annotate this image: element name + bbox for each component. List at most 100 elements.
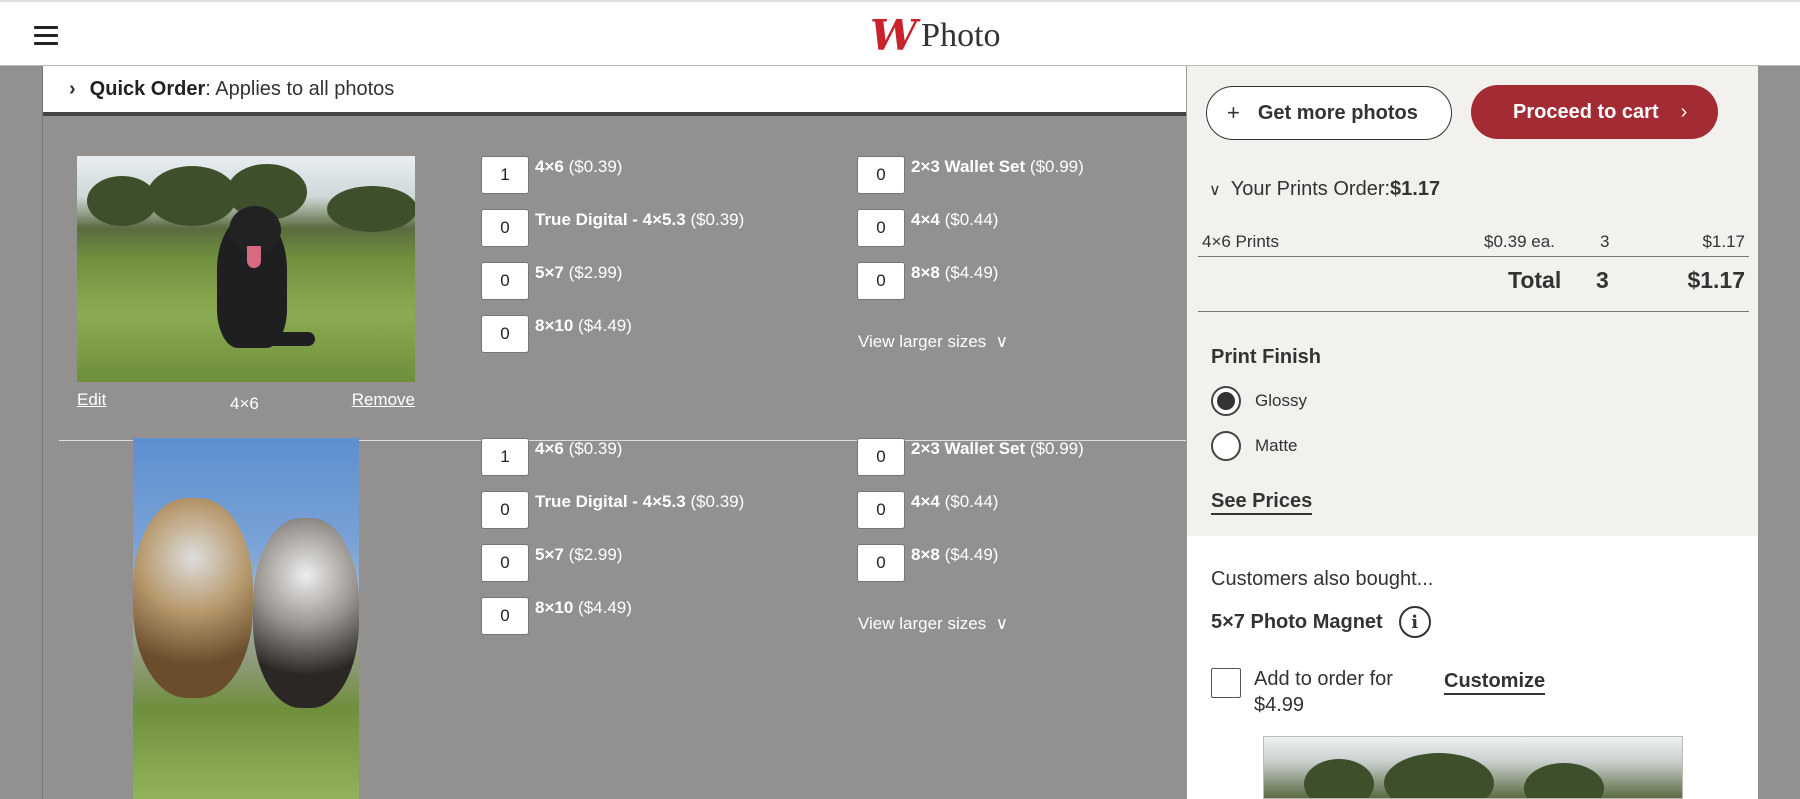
total-label: Total [1508, 267, 1562, 293]
option-name: 8×10 [535, 316, 574, 335]
qty-input-8x10[interactable] [481, 597, 529, 635]
see-prices-link[interactable]: See Prices [1211, 490, 1313, 515]
chevron-down-icon: ∨ [990, 614, 1009, 633]
option-name: 2×3 Wallet Set [911, 157, 1026, 176]
remove-photo-link[interactable]: Remove [352, 390, 415, 410]
qty-input-wallet-set[interactable] [857, 156, 905, 194]
option-name: 4×6 [535, 157, 564, 176]
qty-input-4x4[interactable] [857, 491, 905, 529]
view-larger-label: View larger sizes [858, 614, 987, 633]
option-8x10: 8×10 ($4.49) [481, 315, 632, 353]
get-more-photos-button[interactable]: + Get more photos [1206, 86, 1452, 140]
total-row: Total 3 $1.17 [1198, 257, 1749, 312]
option-name: 4×4 [911, 492, 940, 511]
photo-list-area: › Quick Order : Applies to all photos Ed… [42, 66, 1187, 799]
option-price: ($4.49) [944, 545, 999, 564]
qty-input-8x8[interactable] [857, 544, 905, 582]
quick-order-toggle[interactable]: › Quick Order : Applies to all photos [43, 66, 1187, 116]
finish-label-matte: Matte [1255, 436, 1298, 455]
prints-order-total: $1.17 [1390, 178, 1441, 200]
qty-input-wallet-set[interactable] [857, 438, 905, 476]
chevron-right-icon: › [69, 77, 76, 100]
qty-input-4x6[interactable] [481, 156, 529, 194]
hamburger-menu-icon[interactable] [34, 26, 58, 45]
info-icon[interactable]: i [1398, 606, 1431, 638]
option-5x7: 5×7 ($2.99) [481, 262, 622, 300]
prints-order-label: Your Prints Order: [1230, 178, 1391, 200]
edit-photo-link[interactable]: Edit [77, 390, 106, 410]
view-larger-label: View larger sizes [858, 332, 987, 351]
qty-input-4x6[interactable] [481, 438, 529, 476]
option-wallet-set: 2×3 Wallet Set ($0.99) [857, 156, 1084, 194]
item-qty: 3 [1600, 232, 1610, 251]
radio-selected-dot [1217, 392, 1235, 410]
option-price: ($4.49) [578, 316, 632, 335]
option-price: ($4.49) [944, 263, 999, 282]
option-name: 4×6 [535, 439, 564, 458]
view-larger-sizes-toggle[interactable]: View larger sizes ∨ [858, 614, 1008, 634]
customers-also-bought: Customers also bought... 5×7 Photo Magne… [1187, 536, 1759, 799]
quick-order-description: : Applies to all photos [205, 77, 395, 100]
item-amount: $1.17 [1702, 232, 1745, 251]
qty-input-5x7[interactable] [481, 544, 529, 582]
top-header: W Photo [0, 0, 1800, 66]
option-price: ($0.39) [568, 439, 623, 458]
option-4x4: 4×4 ($0.44) [857, 491, 998, 529]
chevron-down-icon: ∨ [1209, 181, 1221, 199]
option-4x6: 4×6 ($0.39) [481, 438, 622, 476]
option-price: ($4.49) [578, 598, 632, 617]
finish-radio-matte[interactable]: Matte [1211, 431, 1298, 461]
photo-thumbnail-dog[interactable] [77, 156, 415, 382]
option-name: 8×8 [911, 545, 940, 564]
view-larger-sizes-toggle[interactable]: View larger sizes ∨ [858, 332, 1008, 352]
qty-input-4x4[interactable] [857, 209, 905, 247]
prints-order-toggle[interactable]: ∨ Your Prints Order: $1.17 [1209, 178, 1440, 201]
option-name: 2×3 Wallet Set [911, 439, 1026, 458]
walgreens-photo-logo[interactable]: W Photo [870, 11, 1001, 60]
add-to-order-text: Add to order for $4.99 [1254, 666, 1424, 718]
finish-label-glossy: Glossy [1255, 391, 1307, 410]
option-price: ($0.39) [568, 157, 623, 176]
also-bought-title: Customers also bought... [1211, 568, 1434, 590]
qty-input-8x10[interactable] [481, 315, 529, 353]
quick-order-label: Quick Order [89, 77, 206, 100]
option-name: True Digital - 4×5.3 [535, 210, 686, 229]
customize-link[interactable]: Customize [1444, 670, 1546, 695]
option-price: ($2.99) [568, 263, 623, 282]
walgreens-w-logo: W [870, 11, 917, 60]
option-price: ($0.44) [944, 210, 999, 229]
proceed-to-cart-button[interactable]: Proceed to cart › [1471, 85, 1718, 139]
add-magnet-checkbox[interactable] [1211, 668, 1241, 698]
option-price: ($0.39) [690, 210, 745, 229]
qty-input-8x8[interactable] [857, 262, 905, 300]
magnet-product: 5×7 Photo Magnet i [1211, 606, 1431, 638]
item-unit-price: $0.39 ea. [1484, 232, 1555, 251]
total-qty: 3 [1596, 267, 1609, 293]
page-edge [1758, 66, 1800, 799]
option-price: ($0.99) [1029, 157, 1084, 176]
table-row: 4×6 Prints $0.39 ea. 3 $1.17 [1198, 230, 1749, 257]
option-8x10: 8×10 ($4.49) [481, 597, 632, 635]
option-8x8: 8×8 ($4.49) [857, 262, 998, 300]
add-to-order-label: Add to order for [1254, 668, 1393, 690]
total-amount: $1.17 [1687, 267, 1745, 293]
item-name: 4×6 Prints [1202, 232, 1280, 251]
finish-radio-glossy[interactable]: Glossy [1211, 386, 1307, 416]
option-price: ($2.99) [568, 545, 623, 564]
option-price: ($0.44) [944, 492, 999, 511]
order-sidebar: + Get more photos Proceed to cart › ∨ Yo… [1186, 66, 1759, 799]
print-finish-title: Print Finish [1211, 346, 1321, 368]
option-name: 8×8 [911, 263, 940, 282]
photo-size-label: 4×6 [230, 394, 259, 413]
magnet-preview-image [1263, 736, 1683, 799]
option-4x6: 4×6 ($0.39) [481, 156, 622, 194]
photo-thumbnail-beagles[interactable] [133, 438, 359, 799]
arrow-right-icon: › [1680, 100, 1688, 123]
qty-input-5x7[interactable] [481, 262, 529, 300]
option-name: 5×7 [535, 263, 564, 282]
option-name: 5×7 [535, 545, 564, 564]
qty-input-true-digital[interactable] [481, 209, 529, 247]
qty-input-true-digital[interactable] [481, 491, 529, 529]
photo-row-2: 4×6 ($0.39) True Digital - 4×5.3 ($0.39)… [43, 438, 1187, 799]
get-more-photos-label: Get more photos [1257, 101, 1418, 124]
